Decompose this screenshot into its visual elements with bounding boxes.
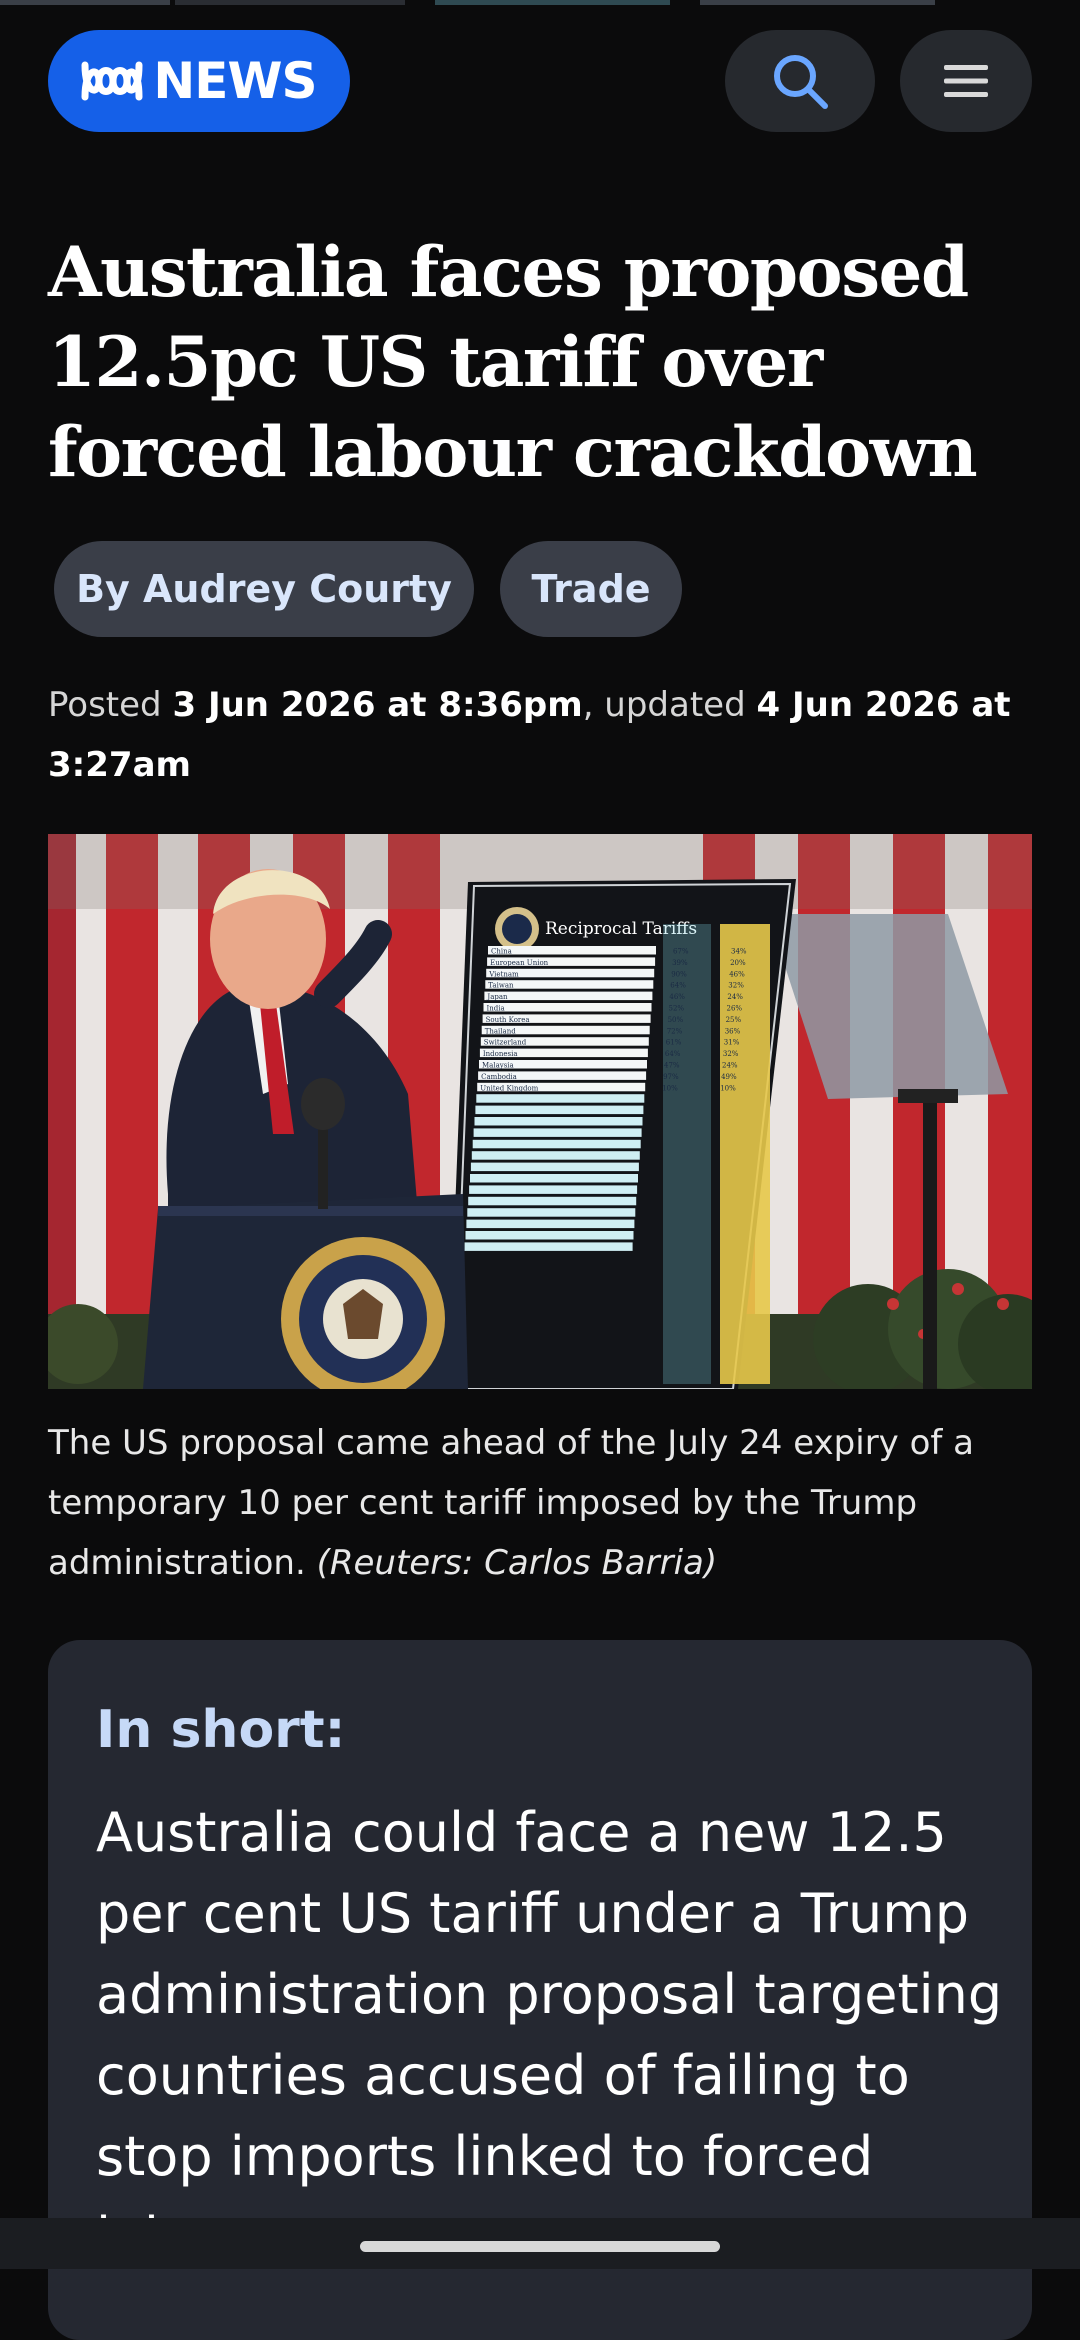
board-row-bar	[483, 1003, 652, 1012]
board-reciprocal-value: 36%	[725, 1027, 741, 1035]
board-reciprocal-value: 25%	[726, 1016, 742, 1024]
board-reciprocal-value: 46%	[729, 970, 745, 978]
site-header: NEWS	[48, 30, 1032, 132]
menu-button[interactable]	[900, 30, 1032, 132]
author-link[interactable]: By Audrey Courty	[54, 541, 474, 637]
board-row-bar	[469, 1185, 638, 1194]
abc-lissajous-icon	[81, 61, 143, 101]
board-reciprocal-value: 26%	[727, 1005, 743, 1013]
board-row-bar	[473, 1128, 642, 1137]
board-charged-value: 64%	[670, 982, 686, 990]
board-charged-value: 67%	[673, 948, 689, 956]
board-row-bar	[468, 1196, 637, 1206]
board-charged-value: 97%	[663, 1073, 679, 1081]
board-country-label: Cambodia	[481, 1073, 517, 1081]
photo-illustration: Reciprocal Tariffs China 67% 34%European U…	[48, 834, 1032, 1389]
board-country-label: United Kingdom	[480, 1084, 538, 1092]
board-country-label: Thailand	[485, 1027, 517, 1035]
in-short-title: In short:	[96, 1700, 346, 1760]
board-row-bar	[464, 1242, 633, 1251]
updated-prefix: , updated	[582, 685, 757, 725]
board-row-bar	[470, 1162, 639, 1172]
board-country-label: Vietnam	[488, 970, 519, 978]
board-row-bar	[471, 1151, 640, 1160]
board-charged-value: 46%	[669, 993, 685, 1001]
board-reciprocal-value: 31%	[724, 1039, 740, 1047]
board-country-label: Malaysia	[482, 1062, 514, 1070]
board-row-bar	[475, 1105, 644, 1115]
photo-caption: The US proposal came ahead of the July 2…	[48, 1413, 1038, 1593]
board-charged-value: 64%	[665, 1050, 681, 1058]
board-row-bar	[474, 1117, 643, 1126]
board-charged-value: 72%	[667, 1027, 683, 1035]
board-country-label: India	[487, 1005, 505, 1013]
board-reciprocal-value: 20%	[730, 959, 746, 967]
search-button[interactable]	[725, 30, 875, 132]
board-country-label: South Korea	[486, 1016, 530, 1024]
board-charged-value: 39%	[672, 959, 688, 967]
system-navigation-bar	[0, 2218, 1080, 2269]
in-short-text: Australia could face a new 12.5 per cent…	[96, 1801, 1003, 2269]
board-country-label: Japan	[486, 993, 508, 1001]
board-row-bar	[488, 946, 656, 955]
board-row-bar	[484, 991, 653, 1001]
board-charged-value: 10%	[662, 1084, 678, 1092]
browser-tab-strip	[0, 0, 1080, 6]
article-headline: Australia faces proposed 12.5pc US tarif…	[48, 232, 978, 493]
board-reciprocal-value: 24%	[722, 1062, 738, 1070]
board-country-label: Switzerland	[484, 1039, 527, 1047]
board-reciprocal-value: 34%	[731, 948, 747, 956]
photo-credit: (Reuters: Carlos Barria)	[316, 1543, 718, 1583]
search-icon	[774, 55, 828, 109]
board-row-bar	[472, 1139, 641, 1149]
board-row-bar	[467, 1208, 636, 1217]
tariff-board: Reciprocal Tariffs China 67% 34%European U…	[448, 879, 796, 1389]
board-charged-value: 61%	[666, 1039, 682, 1047]
topic-tag-trade[interactable]: Trade	[500, 541, 682, 637]
board-charged-value: 50%	[668, 1016, 684, 1024]
article-photo[interactable]: Reciprocal Tariffs China 67% 34% European U…	[48, 834, 1032, 1389]
board-reciprocal-value: 32%	[723, 1050, 739, 1058]
board-reciprocal-value: 24%	[727, 993, 743, 1001]
board-charged-value: 52%	[669, 1005, 685, 1013]
publish-info: Posted 3 Jun 2026 at 8:36pm, updated 4 J…	[48, 675, 1038, 795]
board-reciprocal-value: 49%	[721, 1073, 737, 1081]
abc-news-logo[interactable]: NEWS	[48, 30, 350, 132]
board-reciprocal-value: 10%	[720, 1084, 736, 1092]
board-country-label: European Union	[490, 959, 549, 967]
home-indicator[interactable]	[360, 2241, 720, 2252]
board-country-label: China	[491, 948, 512, 956]
posted-date: 3 Jun 2026 at 8:36pm	[172, 685, 583, 725]
board-country-label: Taiwan	[488, 982, 514, 990]
posted-prefix: Posted	[48, 685, 173, 725]
board-country-label: Indonesia	[483, 1050, 518, 1058]
logo-text: NEWS	[153, 52, 317, 110]
board-reciprocal-value: 32%	[728, 982, 744, 990]
board-charged-value: 47%	[664, 1062, 680, 1070]
hamburger-menu-icon	[944, 65, 988, 97]
board-charged-value: 90%	[671, 970, 687, 978]
board-row-bar	[476, 1094, 645, 1103]
board-row-bar	[466, 1219, 635, 1229]
board-row-bar	[470, 1174, 638, 1183]
board-row-bar	[465, 1231, 634, 1240]
